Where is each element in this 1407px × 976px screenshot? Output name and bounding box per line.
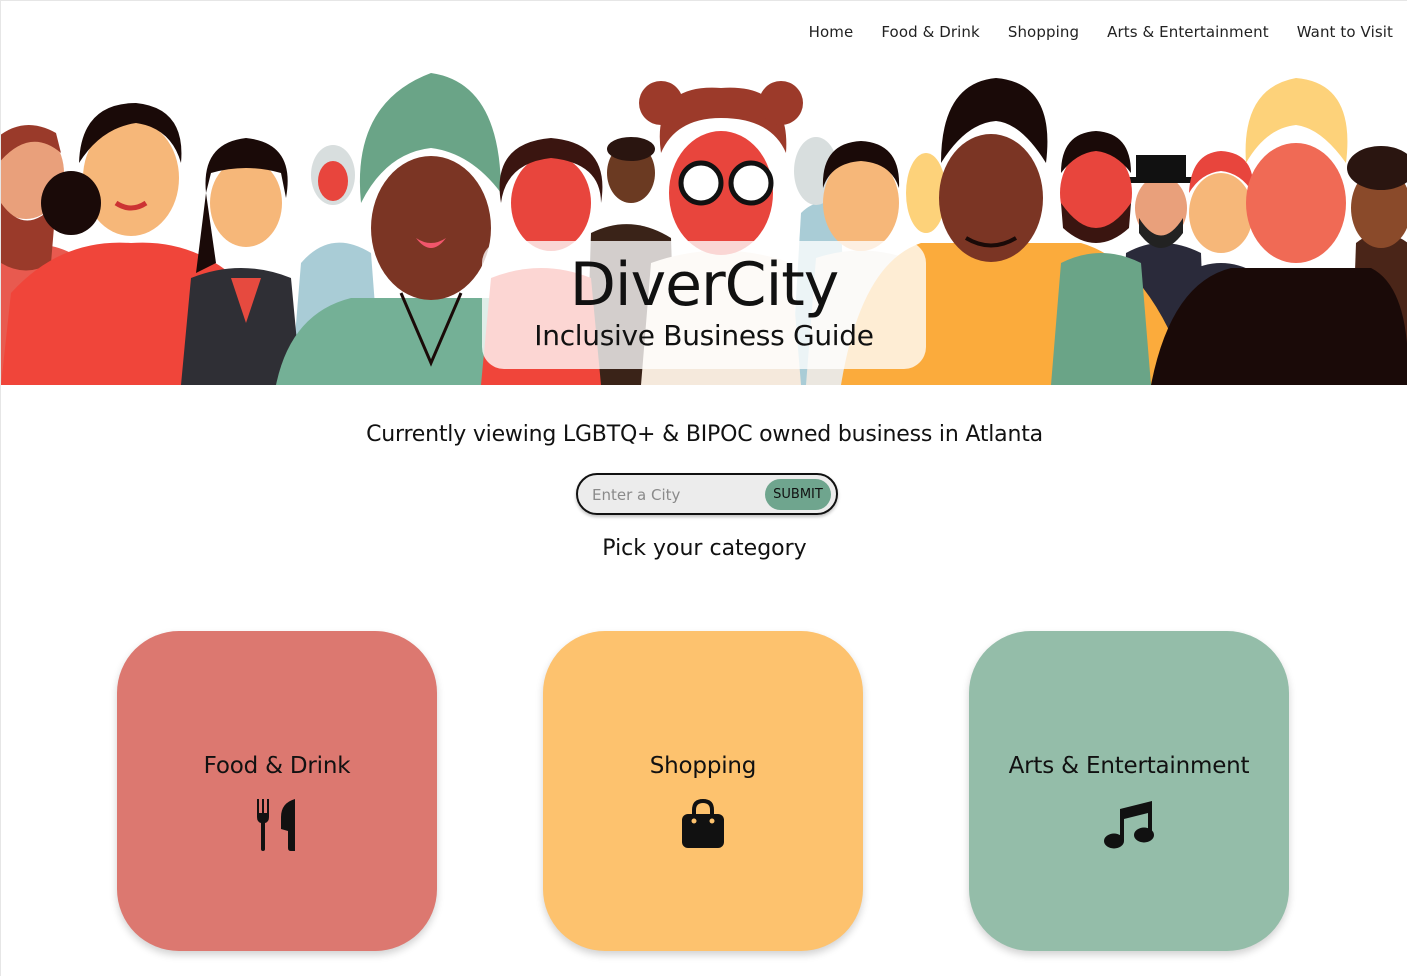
city-search-form: SUBMIT (576, 473, 838, 515)
site-title: DiverCity (569, 250, 840, 320)
nav-shopping[interactable]: Shopping (1008, 23, 1079, 41)
nav-food-drink[interactable]: Food & Drink (881, 23, 979, 41)
shopping-bag-icon (682, 799, 724, 848)
hero-banner: DiverCity Inclusive Business Guide (1, 63, 1407, 385)
category-label: Shopping (649, 753, 757, 779)
category-heading: Pick your category (602, 536, 807, 561)
category-card-arts-entertainment[interactable]: Arts & Entertainment (969, 631, 1289, 951)
submit-button[interactable]: SUBMIT (765, 479, 831, 510)
top-nav: Home Food & Drink Shopping Arts & Entert… (809, 23, 1393, 41)
utensils-icon (257, 799, 295, 851)
city-input[interactable] (592, 484, 762, 506)
music-note-icon (1104, 801, 1154, 849)
category-label: Food & Drink (203, 753, 351, 779)
category-card-food-drink[interactable]: Food & Drink (117, 631, 437, 951)
nav-home[interactable]: Home (809, 23, 854, 41)
hero-title-card: DiverCity Inclusive Business Guide (482, 241, 926, 369)
site-subtitle: Inclusive Business Guide (534, 319, 874, 352)
nav-arts-entertainment[interactable]: Arts & Entertainment (1107, 23, 1269, 41)
category-label: Arts & Entertainment (1008, 753, 1250, 779)
current-city-text: Currently viewing LGBTQ+ & BIPOC owned b… (366, 422, 1043, 447)
category-card-shopping[interactable]: Shopping (543, 631, 863, 951)
page: Home Food & Drink Shopping Arts & Entert… (0, 0, 1407, 976)
nav-want-to-visit[interactable]: Want to Visit (1297, 23, 1393, 41)
